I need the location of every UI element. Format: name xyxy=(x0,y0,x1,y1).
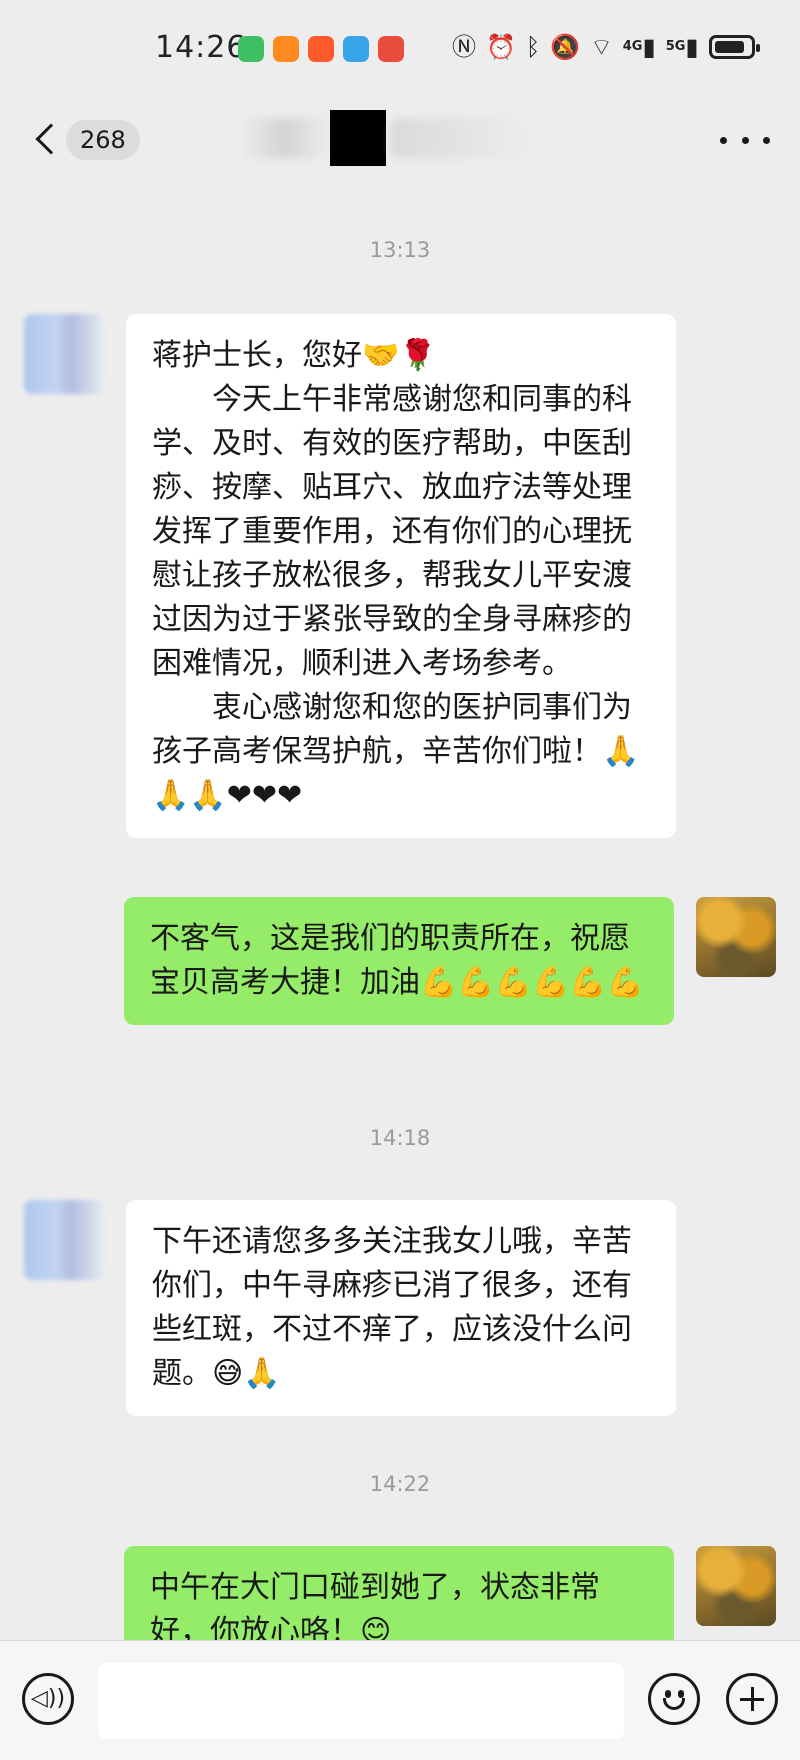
more-dots-icon xyxy=(741,136,749,144)
app-notification-icon xyxy=(308,36,334,62)
emoji-icon xyxy=(665,1690,671,1698)
more-dots-icon xyxy=(720,136,727,144)
message-input[interactable] xyxy=(98,1663,624,1739)
bluetooth-icon: ᛒ xyxy=(525,33,541,61)
message-input-bar: ◁)) xyxy=(0,1640,800,1760)
back-button[interactable] xyxy=(28,118,68,162)
message-timestamp: 13:13 xyxy=(369,238,431,262)
nfc-icon: Ⓝ xyxy=(452,33,476,61)
incoming-message-bubble[interactable]: 蒋护士长，您好🤝🌹 今天上午非常感谢您和同事的科学、及时、有效的医疗帮助，中医刮… xyxy=(126,314,676,838)
message-text: 衷心感谢您和您的医护同事们为孩子高考保驾护航，辛苦你们啦！🙏🙏🙏❤❤❤ xyxy=(152,690,640,813)
incoming-message-bubble[interactable]: 下午还请您多多关注我女儿哦，辛苦你们，中午寻麻疹已消了很多，还有些红斑，不过不痒… xyxy=(126,1200,676,1416)
chat-title-blurred xyxy=(390,118,530,158)
battery-level xyxy=(714,41,744,53)
chat-header: 268 xyxy=(0,100,800,180)
message-text: 蒋护士长，您好🤝🌹 xyxy=(152,338,437,373)
app-notification-icon xyxy=(378,36,404,62)
signal-icon-5g: 5G▮ xyxy=(665,33,699,61)
unread-count-badge[interactable]: 268 xyxy=(66,120,140,160)
chat-title-redaction xyxy=(330,110,386,166)
add-attachment-button[interactable] xyxy=(726,1673,778,1725)
my-avatar[interactable] xyxy=(696,1546,776,1626)
app-notification-icon xyxy=(273,36,299,62)
status-bar: 14:26 Ⓝ ⏰ ᛒ 🔕 ⌔ 4G▮ 5G▮ xyxy=(0,0,800,100)
emoji-icon xyxy=(663,1698,685,1710)
app-notification-icon xyxy=(238,36,264,62)
mute-icon: 🔕 xyxy=(550,33,581,61)
signal-icon-4g: 4G▮ xyxy=(622,33,656,61)
message-timestamp: 14:22 xyxy=(369,1472,431,1496)
contact-avatar[interactable] xyxy=(24,1200,104,1280)
message-timestamp: 14:18 xyxy=(369,1126,431,1150)
outgoing-message-bubble[interactable]: 不客气，这是我们的职责所在，祝愿宝贝高考大捷！加油💪💪💪💪💪💪 xyxy=(124,897,674,1025)
contact-avatar[interactable] xyxy=(24,314,104,394)
system-icons: Ⓝ ⏰ ᛒ 🔕 ⌔ 4G▮ 5G▮ xyxy=(452,32,760,62)
emoji-button[interactable] xyxy=(648,1673,700,1725)
plus-icon xyxy=(751,1687,754,1711)
message-text: 不客气，这是我们的职责所在，祝愿宝贝高考大捷！加油💪💪💪💪💪💪 xyxy=(150,921,645,1000)
battery-icon xyxy=(708,35,760,59)
my-avatar[interactable] xyxy=(696,897,776,977)
wifi-icon: ⌔ xyxy=(590,33,613,61)
alarm-icon: ⏰ xyxy=(486,33,516,61)
message-text: 下午还请您多多关注我女儿哦，辛苦你们，中午寻麻疹已消了很多，还有些红斑，不过不痒… xyxy=(152,1224,632,1391)
app-notification-icon xyxy=(343,36,369,62)
status-time: 14:26 xyxy=(155,30,247,65)
message-text: 今天上午非常感谢您和同事的科学、及时、有效的医疗帮助，中医刮痧、按摩、贴耳穴、放… xyxy=(152,382,632,681)
notification-app-icons xyxy=(238,36,404,62)
emoji-icon xyxy=(678,1690,684,1698)
more-options-button[interactable] xyxy=(720,122,770,158)
more-dots-icon xyxy=(763,136,770,144)
chevron-left-icon xyxy=(35,123,67,155)
voice-icon: ◁)) xyxy=(30,1686,66,1711)
chat-title-blurred xyxy=(240,118,330,158)
voice-input-button[interactable]: ◁)) xyxy=(22,1673,74,1725)
